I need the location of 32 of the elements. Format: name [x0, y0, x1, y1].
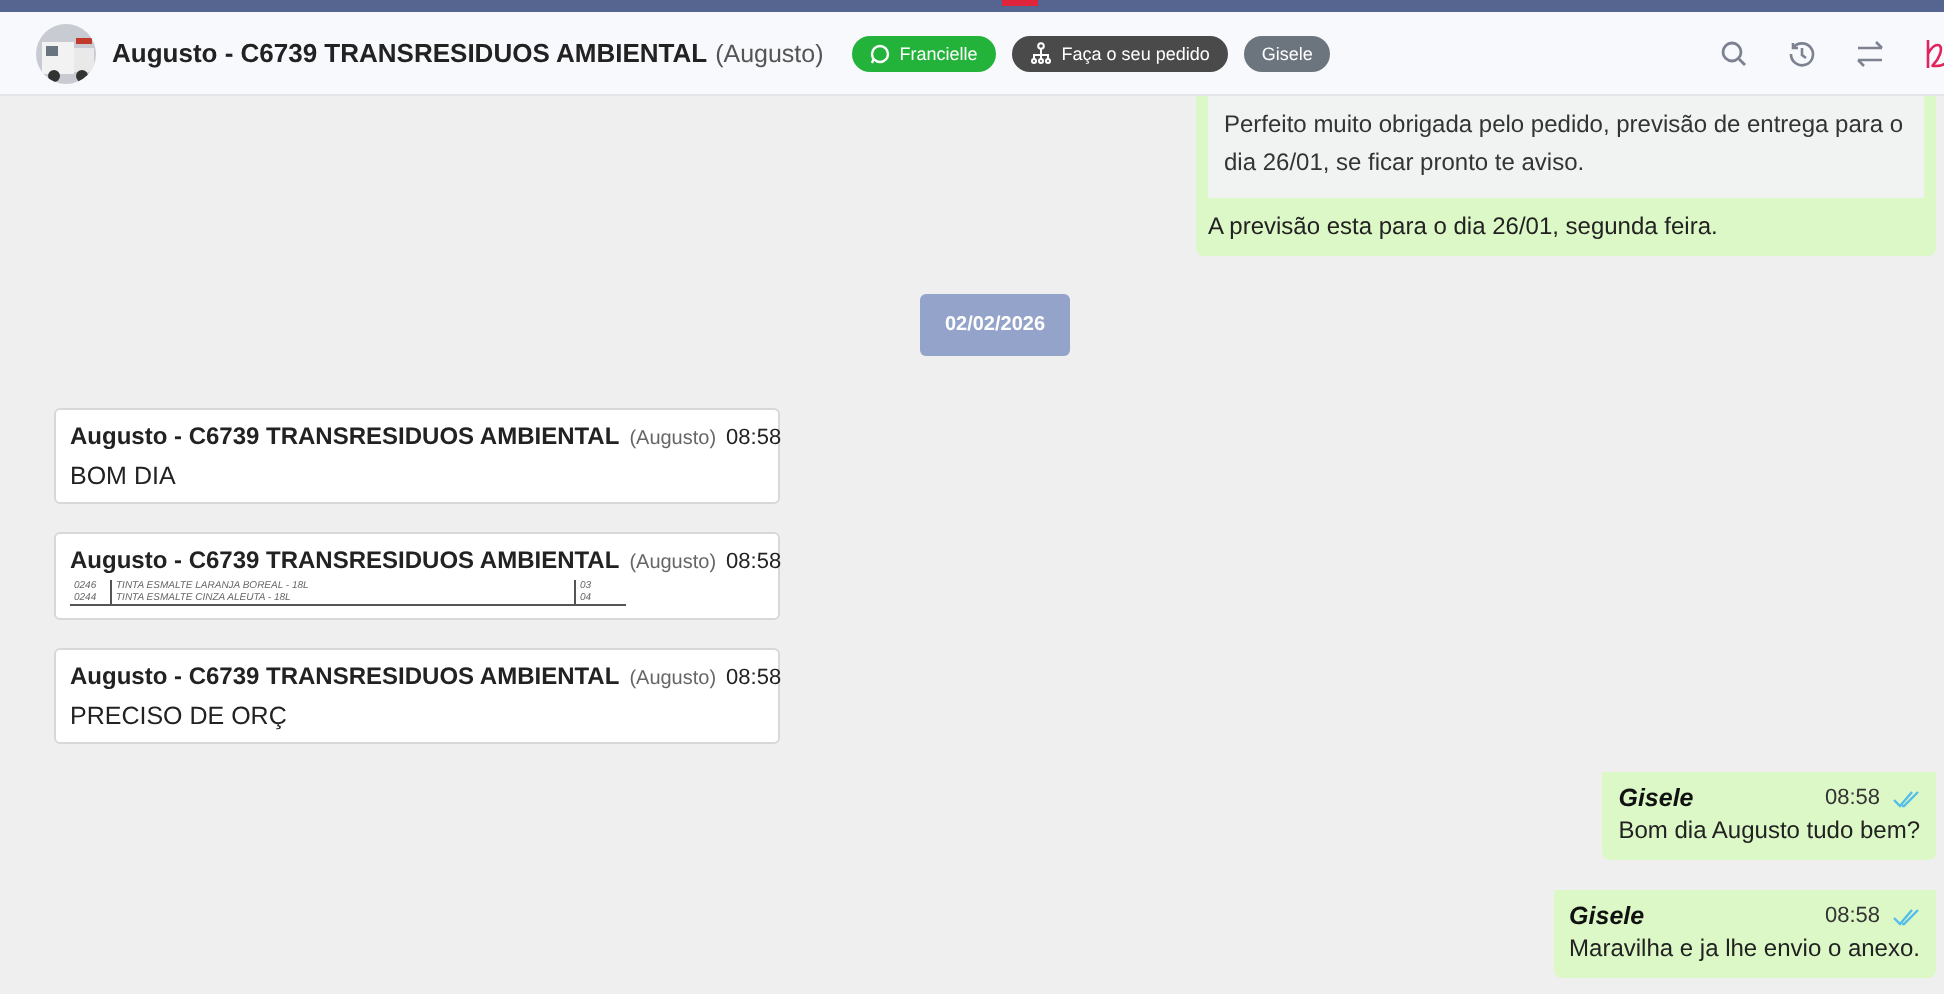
history-icon[interactable] [1788, 39, 1816, 67]
message-author: Augusto - C6739 TRANSRESIDUOS AMBIENTAL [70, 662, 620, 690]
message-author: Augusto - C6739 TRANSRESIDUOS AMBIENTAL [70, 422, 620, 450]
message-author: Augusto - C6739 TRANSRESIDUOS AMBIENTAL [70, 546, 620, 574]
search-icon[interactable] [1720, 39, 1748, 67]
message-text: Bom dia Augusto tudo bem? [1618, 814, 1920, 848]
message-time: 08:58 [726, 426, 782, 450]
signature-icon[interactable] [1924, 37, 1944, 69]
message-alias: (Augusto) [629, 668, 717, 690]
contact-name: Augusto - C6739 TRANSRESIDUOS AMBIENTAL [112, 38, 708, 68]
avatar [36, 23, 96, 83]
message-alias: (Augusto) [629, 552, 717, 574]
message-time: 08:58 [726, 666, 782, 690]
notification-mark [1002, 0, 1038, 6]
quoted-message: Perfeito muito obrigada pelo pedido, previsão de entrega para o dia 26/01, se ficar pronto te aviso. [1208, 96, 1924, 198]
message-text: A previsão esta para o dia 26/01, segunda feira. [1208, 210, 1720, 244]
contact-alias: (Augusto) [715, 39, 824, 67]
tag[interactable]: Gisele [1243, 35, 1331, 71]
message-time: 08:58 [1824, 904, 1880, 928]
message-time: 08:58 [1824, 786, 1880, 810]
tag[interactable]: Faça o seu pedido [1011, 35, 1228, 71]
message-text: Maravilha e ja lhe envio o anexo. [1569, 932, 1920, 966]
message-alias: (Augusto) [629, 428, 717, 450]
message-text: BOM DIA [70, 462, 178, 490]
date-separator: 02/02/2026 [920, 294, 1070, 356]
message-author: Gisele [1618, 784, 1694, 812]
message-text: PRECISO DE ORÇ [70, 702, 289, 730]
whatsapp-icon [869, 43, 890, 63]
swap-icon[interactable] [1856, 39, 1884, 67]
message-time: 08:58 [726, 550, 782, 574]
message-author: Gisele [1569, 902, 1645, 930]
hierarchy-icon [1029, 42, 1052, 64]
